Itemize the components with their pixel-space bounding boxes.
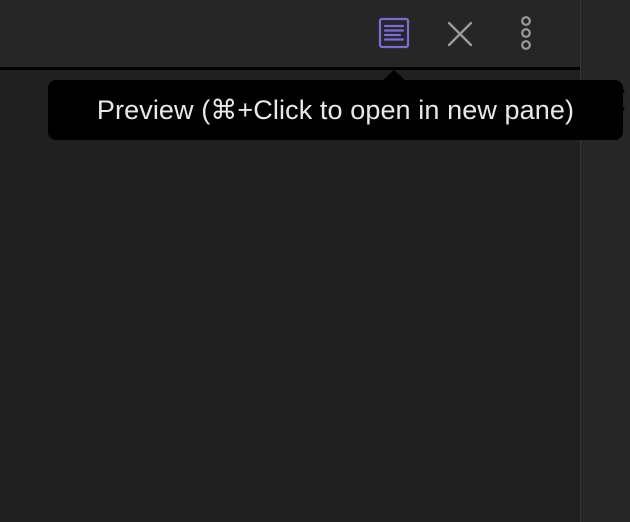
tooltip: Preview (⌘+Click to open in new pane) [48, 80, 623, 140]
more-options-button[interactable] [510, 12, 542, 54]
close-icon [447, 21, 473, 47]
view-header [0, 0, 580, 68]
more-options-icon [521, 16, 531, 50]
tooltip-text: Preview (⌘+Click to open in new pane) [96, 94, 575, 125]
header-divider [0, 67, 580, 70]
app-window: Preview (⌘+Click to open in new pane) [0, 0, 630, 522]
document-lines-icon [378, 17, 410, 49]
preview-button[interactable] [374, 14, 414, 52]
close-button[interactable] [440, 14, 480, 54]
editor-pane[interactable] [0, 0, 580, 522]
right-sidebar [581, 0, 630, 522]
